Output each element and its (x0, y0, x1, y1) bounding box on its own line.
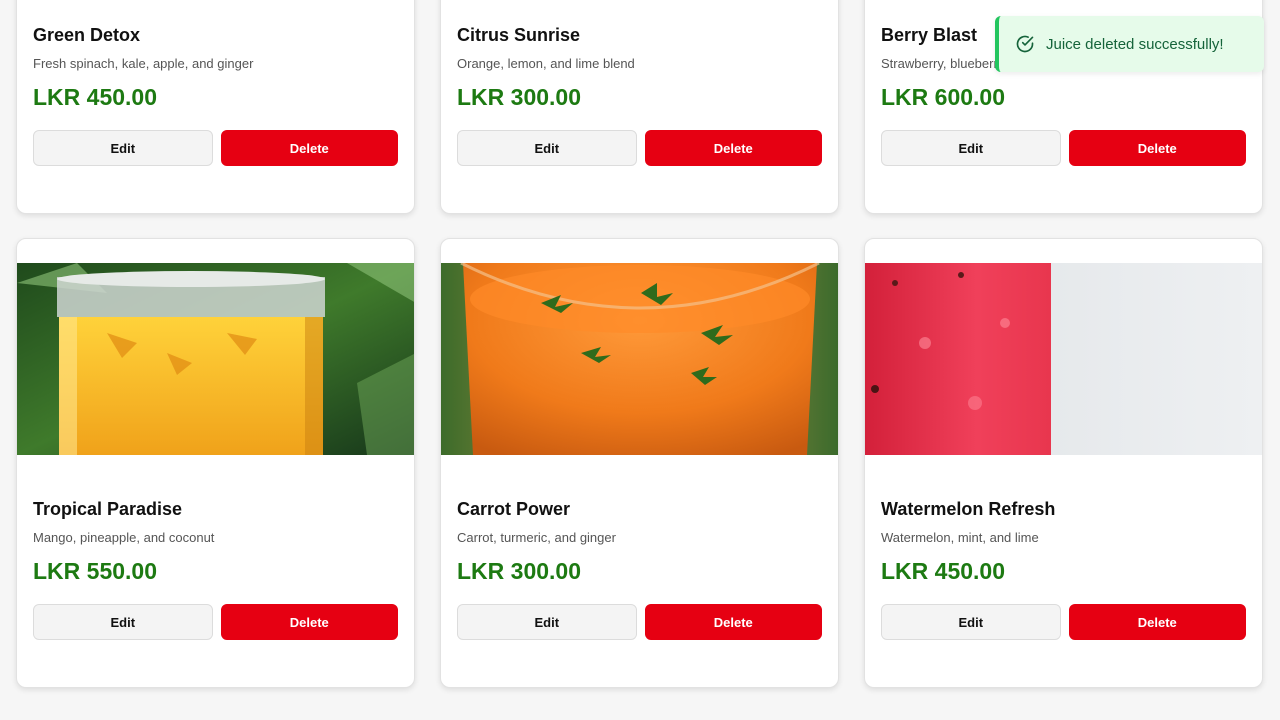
juice-card: Watermelon Refresh Watermelon, mint, and… (864, 238, 1263, 688)
juice-price: LKR 300.00 (457, 84, 582, 110)
juice-card: Tropical Paradise Mango, pineapple, and … (16, 238, 415, 688)
watermelon-juice-image (865, 263, 1262, 455)
juice-card: Carrot Power Carrot, turmeric, and ginge… (440, 238, 839, 688)
juice-price: LKR 300.00 (457, 558, 582, 584)
delete-button[interactable]: Delete (1068, 130, 1246, 166)
juice-price: LKR 600.00 (881, 84, 1006, 110)
delete-button[interactable]: Delete (644, 130, 822, 166)
carrot-juice-image (441, 263, 838, 455)
delete-button[interactable]: Delete (1068, 604, 1246, 640)
toast-message: Juice deleted successfully! (1046, 35, 1224, 53)
juice-description: Fresh spinach, kale, apple, and ginger (33, 56, 254, 71)
juice-description: Watermelon, mint, and lime (881, 530, 1039, 545)
juice-name: Green Detox (33, 25, 141, 45)
juice-card: Citrus Sunrise Orange, lemon, and lime b… (440, 0, 839, 214)
edit-button[interactable]: Edit (457, 604, 637, 640)
juice-description: Mango, pineapple, and coconut (33, 530, 215, 545)
juice-price: LKR 450.00 (881, 558, 1006, 584)
delete-button[interactable]: Delete (644, 604, 822, 640)
edit-button[interactable]: Edit (457, 130, 637, 166)
mango-juice-image (17, 263, 414, 455)
edit-button[interactable]: Edit (881, 604, 1061, 640)
edit-button[interactable]: Edit (881, 130, 1061, 166)
juice-card: Green Detox Fresh spinach, kale, apple, … (16, 0, 415, 214)
edit-button[interactable]: Edit (33, 130, 213, 166)
juice-price: LKR 550.00 (33, 558, 158, 584)
juice-description: Orange, lemon, and lime blend (457, 56, 635, 71)
juice-name: Carrot Power (457, 499, 571, 519)
juice-name: Tropical Paradise (33, 499, 183, 519)
juice-name: Citrus Sunrise (457, 25, 581, 45)
check-circle-icon (1015, 34, 1035, 54)
juice-name: Watermelon Refresh (881, 499, 1056, 519)
juice-price: LKR 450.00 (33, 84, 158, 110)
delete-button[interactable]: Delete (220, 130, 398, 166)
success-toast: Juice deleted successfully! (995, 16, 1264, 72)
delete-button[interactable]: Delete (220, 604, 398, 640)
juice-grid: Green Detox Fresh spinach, kale, apple, … (0, 0, 1280, 720)
juice-description: Carrot, turmeric, and ginger (457, 530, 616, 545)
edit-button[interactable]: Edit (33, 604, 213, 640)
